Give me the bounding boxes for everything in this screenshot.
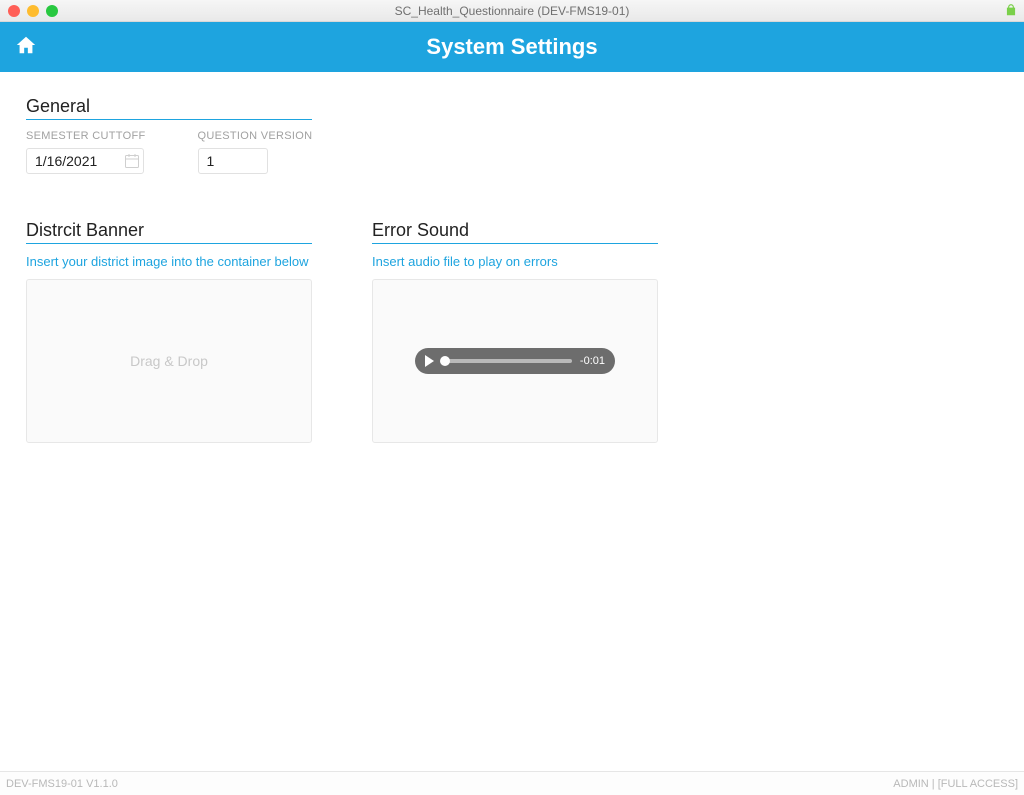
section-title-general: General [26,96,312,120]
label-question-version: QUESTION VERSION [198,130,313,142]
help-district-banner: Insert your district image into the cont… [26,254,312,269]
audio-scrubber[interactable] [442,359,572,363]
window-close-button[interactable] [8,5,20,17]
window-title: SC_Health_Questionnaire (DEV-FMS19-01) [395,4,630,18]
audio-time-remaining: -0:01 [580,355,605,367]
field-semester-cutoff: SEMESTER CUTTOFF [26,130,146,174]
page-title: System Settings [426,34,597,60]
input-question-version[interactable] [198,148,268,174]
audio-play-button[interactable] [425,355,434,367]
help-error-sound: Insert audio file to play on errors [372,254,658,269]
window-zoom-button[interactable] [46,5,58,17]
input-semester-cutoff[interactable] [26,148,144,174]
home-button[interactable] [14,35,38,59]
window-titlebar: SC_Health_Questionnaire (DEV-FMS19-01) [0,0,1024,22]
footer-version: DEV-FMS19-01 V1.1.0 [6,778,118,790]
home-icon [15,34,37,61]
audio-scrubber-thumb[interactable] [440,356,450,366]
error-sound-dropzone[interactable]: -0:01 [372,279,658,443]
footer-access: ADMIN | [FULL ACCESS] [893,778,1018,790]
window-minimize-button[interactable] [27,5,39,17]
section-general: General SEMESTER CUTTOFF QUESTION VERSIO… [26,96,998,174]
section-title-error-sound: Error Sound [372,220,658,244]
app-header: System Settings [0,22,1024,72]
dropzone-placeholder: Drag & Drop [130,353,208,369]
section-title-district-banner: Distrcit Banner [26,220,312,244]
section-district-banner: Distrcit Banner Insert your district ima… [26,220,312,443]
label-semester-cutoff: SEMESTER CUTTOFF [26,130,146,142]
district-banner-dropzone[interactable]: Drag & Drop [26,279,312,443]
content-area: General SEMESTER CUTTOFF QUESTION VERSIO… [0,72,1024,467]
section-error-sound: Error Sound Insert audio file to play on… [372,220,658,443]
field-question-version: QUESTION VERSION [198,130,313,174]
status-footer: DEV-FMS19-01 V1.1.0 ADMIN | [FULL ACCESS… [0,771,1024,795]
traffic-lights [8,5,58,17]
audio-player: -0:01 [415,348,615,374]
lock-icon [1004,3,1018,20]
